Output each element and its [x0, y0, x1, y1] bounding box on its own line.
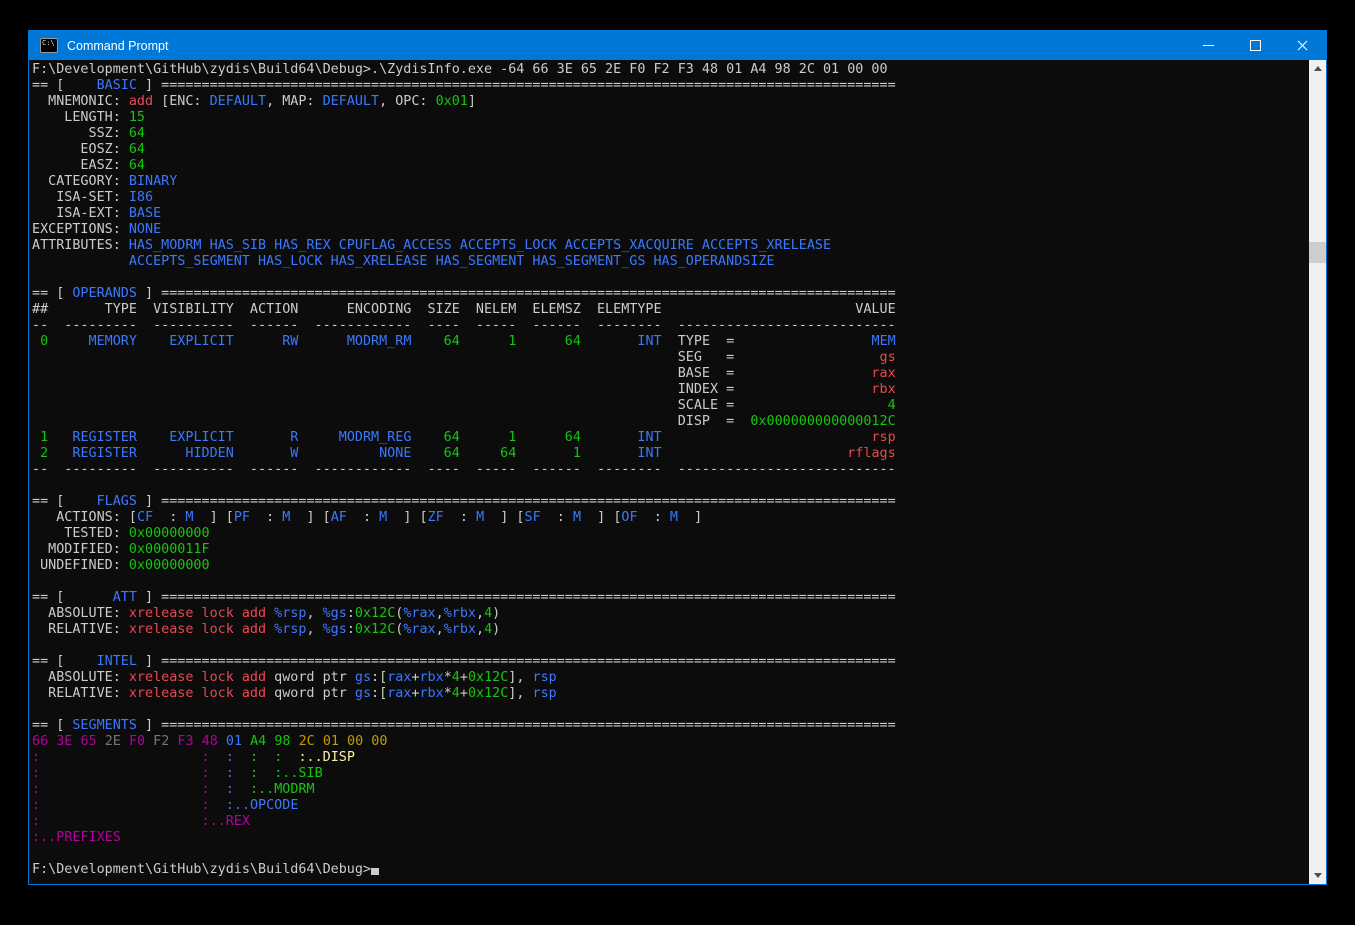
- close-button[interactable]: [1279, 31, 1326, 60]
- console-line: 66 3E 65 2E F0 F2 F3 48 01 A4 98 2C 01 0…: [32, 734, 1308, 750]
- console-line: 1 REGISTER EXPLICIT R MODRM_REG 64 1 64 …: [32, 430, 1308, 446]
- maximize-button[interactable]: [1232, 31, 1279, 60]
- console-line: ACCEPTS_SEGMENT HAS_LOCK HAS_XRELEASE HA…: [32, 254, 1308, 270]
- console-line: 0 MEMORY EXPLICIT RW MODRM_RM 64 1 64 IN…: [32, 334, 1308, 350]
- console-line: INDEX = rbx: [32, 382, 1308, 398]
- console-line: 2 REGISTER HIDDEN W NONE 64 64 1 INT rfl…: [32, 446, 1308, 462]
- console-line: ## TYPE VISIBILITY ACTION ENCODING SIZE …: [32, 302, 1308, 318]
- console-line: ISA-EXT: BASE: [32, 206, 1308, 222]
- console-line: [32, 574, 1308, 590]
- console-line: RELATIVE: xrelease lock add qword ptr gs…: [32, 686, 1308, 702]
- console-line: TESTED: 0x00000000: [32, 526, 1308, 542]
- scrollbar-thumb[interactable]: [1309, 242, 1326, 263]
- console-line: : : : : : :..DISP: [32, 750, 1308, 766]
- console-line: -- --------- ---------- ------ ---------…: [32, 462, 1308, 478]
- console-line: EOSZ: 64: [32, 142, 1308, 158]
- window-title: Command Prompt: [67, 39, 1185, 53]
- console-line: : : : :..MODRM: [32, 782, 1308, 798]
- console-line: UNDEFINED: 0x00000000: [32, 558, 1308, 574]
- titlebar[interactable]: C:\ Command Prompt: [29, 31, 1326, 60]
- command-prompt-window: C:\ Command Prompt F:\Development\GitHub…: [28, 30, 1327, 885]
- console-line: : :..REX: [32, 814, 1308, 830]
- console-line: ABSOLUTE: xrelease lock add qword ptr gs…: [32, 670, 1308, 686]
- console-line: F:\Development\GitHub\zydis\Build64\Debu…: [32, 862, 1308, 878]
- console-line: SEG = gs: [32, 350, 1308, 366]
- console-line: : : :..OPCODE: [32, 798, 1308, 814]
- console-line: == [ ATT ] =============================…: [32, 590, 1308, 606]
- console-line: SSZ: 64: [32, 126, 1308, 142]
- scroll-up-arrow[interactable]: [1309, 60, 1326, 77]
- scrollbar[interactable]: [1309, 60, 1326, 884]
- console-line: [32, 846, 1308, 862]
- console-line: RELATIVE: xrelease lock add %rsp, %gs:0x…: [32, 622, 1308, 638]
- cmd-icon[interactable]: C:\: [40, 38, 58, 53]
- console-output[interactable]: F:\Development\GitHub\zydis\Build64\Debu…: [32, 62, 1308, 884]
- scroll-down-icon: [1314, 873, 1322, 878]
- console-line: -- --------- ---------- ------ ---------…: [32, 318, 1308, 334]
- console-line: F:\Development\GitHub\zydis\Build64\Debu…: [32, 62, 1308, 78]
- console-line: DISP = 0x000000000000012C: [32, 414, 1308, 430]
- console-line: MNEMONIC: add [ENC: DEFAULT, MAP: DEFAUL…: [32, 94, 1308, 110]
- console-line: CATEGORY: BINARY: [32, 174, 1308, 190]
- scroll-down-arrow[interactable]: [1309, 867, 1326, 884]
- console-line: [32, 702, 1308, 718]
- console-line: == [ BASIC ] ===========================…: [32, 78, 1308, 94]
- minimize-button[interactable]: [1185, 31, 1232, 60]
- close-icon: [1296, 39, 1309, 52]
- minimize-icon: [1203, 45, 1214, 46]
- console-line: EXCEPTIONS: NONE: [32, 222, 1308, 238]
- console-line: :..PREFIXES: [32, 830, 1308, 846]
- scroll-up-icon: [1314, 66, 1322, 71]
- text-cursor: [371, 868, 379, 875]
- console-line: ATTRIBUTES: HAS_MODRM HAS_SIB HAS_REX CP…: [32, 238, 1308, 254]
- console-line: == [ FLAGS ] ===========================…: [32, 494, 1308, 510]
- console-line: ABSOLUTE: xrelease lock add %rsp, %gs:0x…: [32, 606, 1308, 622]
- console-line: == [ OPERANDS ] ========================…: [32, 286, 1308, 302]
- console-line: == [ SEGMENTS ] ========================…: [32, 718, 1308, 734]
- console-line: EASZ: 64: [32, 158, 1308, 174]
- console-line: MODIFIED: 0x0000011F: [32, 542, 1308, 558]
- console-line: ISA-SET: I86: [32, 190, 1308, 206]
- console-content: F:\Development\GitHub\zydis\Build64\Debu…: [29, 60, 1326, 884]
- console-line: : : : : :..SIB: [32, 766, 1308, 782]
- maximize-icon: [1250, 40, 1261, 51]
- console-line: BASE = rax: [32, 366, 1308, 382]
- console-line: SCALE = 4: [32, 398, 1308, 414]
- console-line: [32, 270, 1308, 286]
- window-controls: [1185, 31, 1326, 60]
- console-line: [32, 478, 1308, 494]
- console-line: LENGTH: 15: [32, 110, 1308, 126]
- console-line: [32, 638, 1308, 654]
- console-line: ACTIONS: [CF : M ] [PF : M ] [AF : M ] […: [32, 510, 1308, 526]
- console-line: == [ INTEL ] ===========================…: [32, 654, 1308, 670]
